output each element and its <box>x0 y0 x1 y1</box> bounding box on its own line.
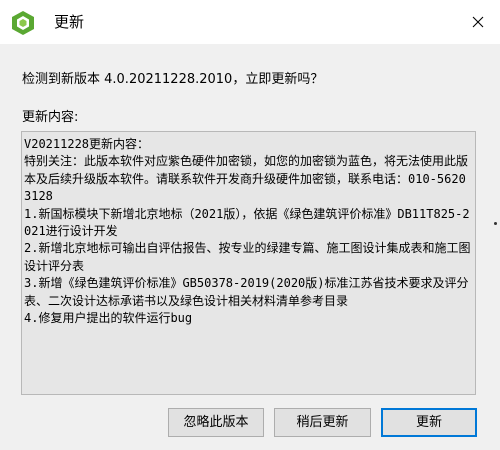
notes-label: 更新内容: <box>22 110 79 125</box>
resize-dot <box>494 222 497 225</box>
title-bar: 更新 <box>0 0 500 44</box>
update-button[interactable]: 更新 <box>381 408 477 437</box>
note-line: 3.新增《绿色建筑评价标准》GB50378-2019(2020版)标准江苏省技术… <box>24 276 469 308</box>
release-notes-textbox[interactable]: V20211228更新内容： 特别关注：此版本软件对应紫色硬件加密锁，如您的加密… <box>21 131 476 395</box>
update-prompt: 检测到新版本 4.0.20211228.2010，立即更新吗？ <box>22 72 324 87</box>
note-line: 特别关注：此版本软件对应紫色硬件加密锁，如您的加密锁为蓝色，将无法使用此版本及后… <box>24 154 469 204</box>
note-line: 2.新增北京地标可输出自评估报告、按专业的绿建专篇、施工图设计集成表和施工图设计… <box>24 241 471 273</box>
note-line: 1.新国标模块下新增北京地标（2021版），依据《绿色建筑评价标准》DB11T8… <box>24 206 470 239</box>
close-icon <box>472 16 484 28</box>
close-button[interactable] <box>462 6 494 38</box>
ignore-version-button[interactable]: 忽略此版本 <box>168 408 264 437</box>
note-line: V20211228更新内容： <box>24 137 150 151</box>
update-later-button[interactable]: 稍后更新 <box>274 408 371 437</box>
note-line: 4.修复用户提出的软件运行bug <box>24 311 193 326</box>
window-title: 更新 <box>54 13 85 31</box>
app-logo-icon <box>10 10 36 36</box>
